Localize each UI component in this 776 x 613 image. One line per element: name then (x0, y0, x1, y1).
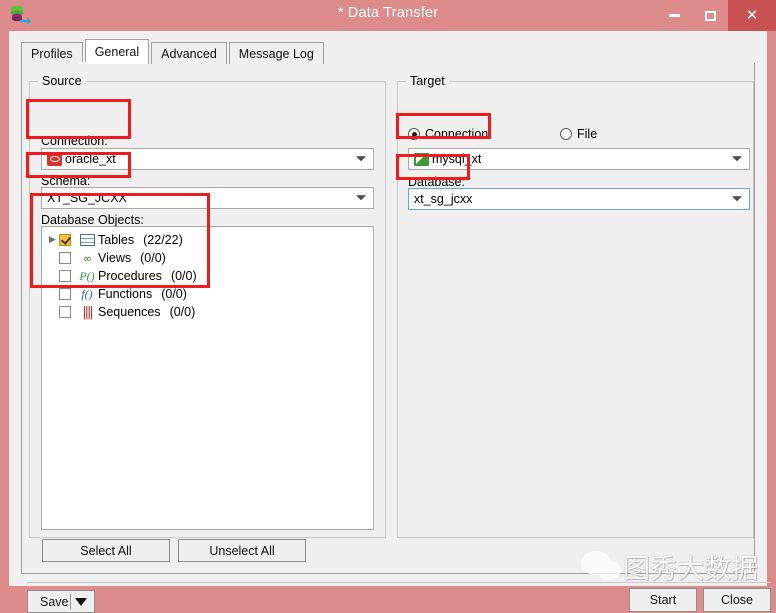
window-controls: ✕ (656, 0, 776, 31)
save-label: Save (40, 594, 69, 609)
minimize-icon (668, 14, 680, 17)
target-group-title: Target (406, 74, 449, 88)
tab-message-log[interactable]: Message Log (228, 42, 324, 64)
target-file-radio-label: File (577, 127, 598, 141)
close-button[interactable]: Close (703, 588, 771, 612)
source-connection-label: Connection: (41, 134, 108, 148)
sequence-icon: |||| (82, 304, 93, 320)
chevron-down-icon (732, 196, 742, 202)
target-database-combo[interactable]: xt_sg_jcxx (408, 188, 750, 210)
functions-checkbox[interactable] (59, 288, 71, 300)
start-label: Start (649, 593, 677, 607)
sequences-checkbox[interactable] (59, 306, 71, 318)
start-button[interactable]: Start (629, 588, 697, 612)
oracle-connection-icon (47, 152, 62, 166)
database-objects-tree[interactable]: ▶ Tables (22/22) ∞ Views (0/0) P() Proce… (41, 226, 374, 530)
chevron-down-icon (356, 195, 366, 201)
tree-item-count: (0/0) (140, 251, 166, 265)
tree-row-sequences[interactable]: |||| Sequences (0/0) (42, 303, 373, 321)
tree-item-count: (0/0) (169, 305, 196, 319)
tab-profiles[interactable]: Profiles (21, 42, 83, 64)
footer-divider (27, 582, 771, 583)
procedure-icon: P() (79, 268, 95, 283)
tree-item-count: (0/0) (170, 269, 197, 283)
target-connection-value: mysql_xt (432, 152, 482, 166)
radio-dot-icon (408, 128, 420, 140)
select-all-label: Select All (80, 543, 132, 558)
window-client-area: Profiles General Advanced Message Log So… (9, 31, 771, 613)
target-connection-radio-label: Connection (425, 127, 489, 141)
chevron-down-icon (732, 156, 742, 162)
tab-label: Profiles (31, 46, 73, 61)
maximize-icon (704, 10, 716, 21)
tree-item-label: Views (98, 251, 132, 265)
tree-row-tables[interactable]: ▶ Tables (22/22) (42, 231, 373, 249)
source-group-title: Source (38, 74, 86, 88)
tables-checkbox[interactable] (59, 234, 71, 246)
tab-label: General (94, 45, 140, 59)
target-database-label: Database: (408, 175, 465, 189)
function-icon: f() (81, 286, 93, 301)
database-objects-label: Database Objects: (41, 213, 144, 227)
unselect-all-label: Unselect All (209, 543, 275, 558)
close-icon: ✕ (745, 6, 759, 24)
table-icon (76, 234, 98, 246)
tree-item-label: Sequences (98, 305, 161, 319)
unselect-all-button[interactable]: Unselect All (178, 539, 306, 562)
target-file-radio[interactable]: File (560, 127, 597, 141)
tree-row-procedures[interactable]: P() Procedures (0/0) (42, 267, 373, 285)
tab-label: Advanced (161, 46, 217, 61)
target-connection-combo[interactable]: mysql_xt (408, 148, 750, 170)
title-bar: * Data Transfer ✕ (0, 0, 776, 31)
minimize-button[interactable] (656, 0, 692, 31)
source-connection-combo[interactable]: oracle_xt (41, 148, 374, 170)
radio-dot-icon (560, 128, 572, 140)
mysql-connection-icon (414, 152, 429, 166)
active-tab-connector (78, 62, 135, 64)
procedures-checkbox[interactable] (59, 270, 71, 282)
source-schema-combo[interactable]: XT_SG_JCXX (41, 187, 374, 209)
maximize-button[interactable] (692, 0, 728, 31)
tree-item-label: Tables (98, 233, 135, 247)
data-transfer-window: * Data Transfer ✕ Profiles General Advan… (0, 0, 776, 613)
tree-item-label: Procedures (98, 269, 162, 283)
source-schema-value: XT_SG_JCXX (47, 191, 127, 205)
save-button[interactable]: Save (27, 590, 95, 613)
tab-label: Message Log (238, 46, 314, 61)
view-icon: ∞ (82, 251, 92, 265)
select-all-button[interactable]: Select All (42, 539, 170, 562)
tree-item-count: (22/22) (143, 233, 183, 247)
expander-icon[interactable]: ▶ (46, 235, 59, 245)
target-connection-radio[interactable]: Connection (408, 127, 488, 141)
source-connection-value: oracle_xt (65, 152, 116, 166)
tab-general[interactable]: General (84, 39, 150, 64)
source-schema-label: Schema: (41, 174, 91, 188)
close-window-button[interactable]: ✕ (728, 0, 776, 31)
tree-row-functions[interactable]: f() Functions (0/0) (42, 285, 373, 303)
target-database-value: xt_sg_jcxx (414, 192, 473, 206)
tab-advanced[interactable]: Advanced (151, 42, 227, 64)
tree-item-count: (0/0) (161, 287, 187, 301)
tree-item-label: Functions (98, 287, 153, 301)
views-checkbox[interactable] (59, 252, 71, 264)
chevron-down-icon (356, 156, 366, 162)
tree-row-views[interactable]: ∞ Views (0/0) (42, 249, 373, 267)
tab-strip: Profiles General Advanced Message Log (21, 39, 326, 64)
close-label: Close (721, 593, 753, 607)
save-separator (70, 594, 71, 610)
